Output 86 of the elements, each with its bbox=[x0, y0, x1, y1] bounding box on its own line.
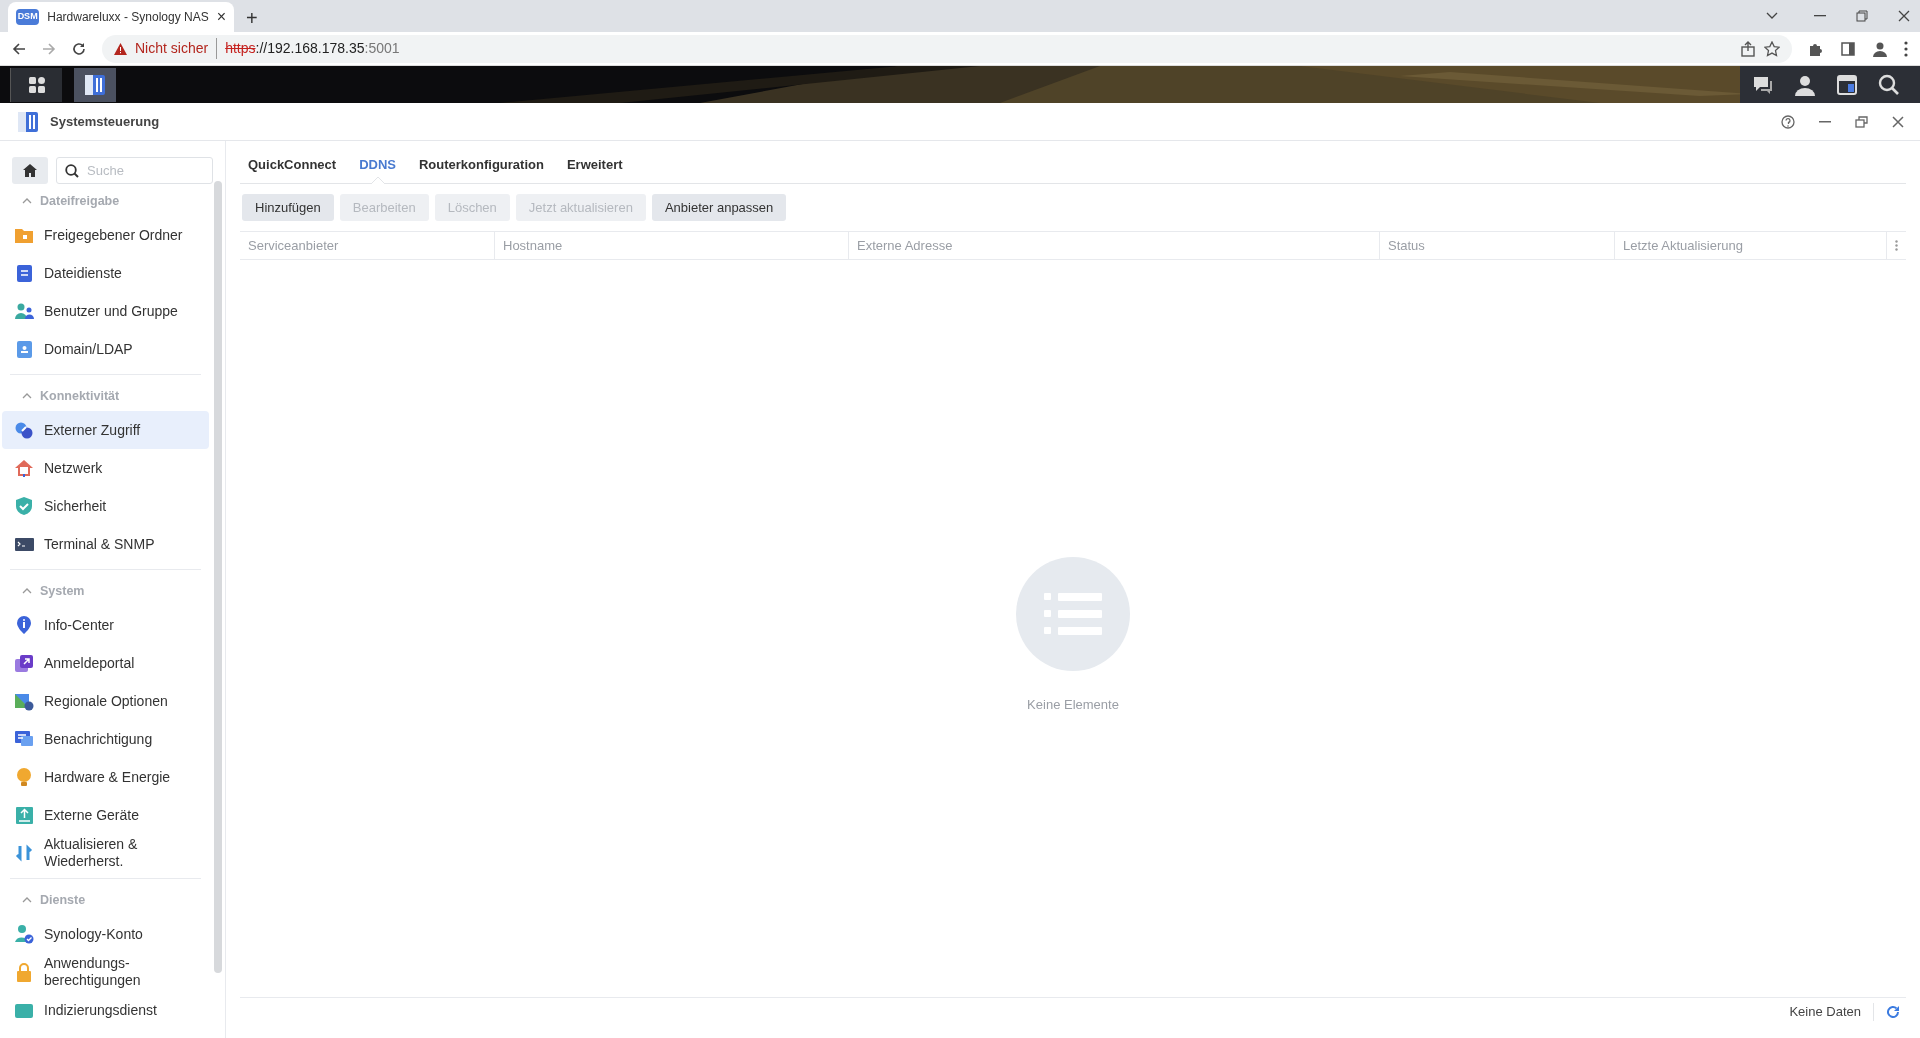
sidebar-item[interactable]: Domain/LDAP bbox=[2, 330, 209, 368]
close-icon[interactable] bbox=[1898, 10, 1910, 22]
sidebar-item[interactable]: Indizierungsdienst bbox=[2, 991, 209, 1029]
item-icon bbox=[14, 691, 34, 711]
tab[interactable]: Erweitert bbox=[566, 147, 623, 183]
search-icon[interactable] bbox=[1878, 73, 1900, 96]
item-icon bbox=[14, 924, 34, 944]
sidebar-item[interactable]: Dateidienste bbox=[2, 254, 209, 292]
sidebar-item[interactable]: Externe Geräte bbox=[2, 796, 209, 834]
empty-list-icon bbox=[1016, 557, 1130, 671]
sidebar-item[interactable]: Netzwerk bbox=[2, 449, 209, 487]
new-tab-button[interactable]: + bbox=[246, 8, 258, 28]
item-icon bbox=[14, 458, 34, 478]
collapse-icon bbox=[22, 897, 32, 903]
refresh-icon[interactable] bbox=[1886, 1005, 1900, 1019]
home-icon bbox=[23, 164, 37, 177]
back-icon[interactable] bbox=[12, 41, 26, 56]
sidebar-item[interactable]: Externer Zugriff bbox=[2, 411, 209, 449]
help-icon[interactable] bbox=[1781, 114, 1795, 129]
warning-icon bbox=[114, 42, 127, 55]
item-icon bbox=[14, 653, 34, 673]
home-button[interactable] bbox=[12, 157, 48, 184]
security-warning: Nicht sicher bbox=[135, 39, 209, 58]
toolbar-button[interactable]: Hinzufügen bbox=[242, 194, 334, 221]
sidebar-item[interactable]: Anwendungs-berechtigungen bbox=[2, 953, 209, 991]
sidebar-item[interactable]: Aktualisieren & Wiederherst. bbox=[2, 834, 209, 872]
favicon-icon: DSM bbox=[16, 9, 40, 25]
column-menu-icon[interactable] bbox=[1895, 240, 1898, 251]
sidebar-item[interactable]: Freigegebener Ordner bbox=[2, 216, 209, 254]
chat-icon[interactable] bbox=[1752, 74, 1774, 95]
url-text: https://192.168.178.35:5001 bbox=[216, 38, 400, 59]
sidebar-item[interactable]: Anmeldeportal bbox=[2, 644, 209, 682]
menu-icon[interactable] bbox=[1904, 40, 1908, 57]
tab[interactable]: QuickConnect bbox=[248, 147, 337, 183]
item-icon bbox=[14, 420, 34, 440]
collapse-icon bbox=[22, 588, 32, 594]
sidebar-item[interactable]: Benutzer und Gruppe bbox=[2, 292, 209, 330]
item-icon bbox=[14, 805, 34, 825]
sidebar-item[interactable]: Regionale Optionen bbox=[2, 682, 209, 720]
item-icon bbox=[14, 339, 34, 359]
user-icon[interactable] bbox=[1794, 73, 1816, 96]
window-title: Systemsteuerung bbox=[50, 112, 160, 131]
item-icon bbox=[14, 496, 34, 516]
control-panel-icon bbox=[83, 72, 107, 97]
sidebar-item[interactable]: Terminal & SNMP bbox=[2, 525, 209, 563]
search-icon bbox=[65, 164, 79, 178]
empty-message: Keine Elemente bbox=[1027, 696, 1119, 714]
profile-icon[interactable] bbox=[1872, 40, 1888, 57]
address-field[interactable]: Nicht sicher https://192.168.178.35:5001 bbox=[102, 34, 1792, 63]
item-icon bbox=[14, 729, 34, 749]
search-field[interactable]: Suche bbox=[56, 157, 213, 184]
restore-icon[interactable] bbox=[1855, 115, 1868, 128]
taskbar-app-button[interactable] bbox=[74, 67, 116, 102]
scrollbar[interactable] bbox=[214, 181, 222, 973]
collapse-icon bbox=[22, 393, 32, 399]
minimize-icon[interactable] bbox=[1819, 120, 1831, 123]
control-panel-icon bbox=[16, 109, 40, 134]
close-tab-button[interactable]: × bbox=[216, 9, 226, 25]
status-text: Keine Daten bbox=[1789, 1003, 1861, 1022]
tab-title: Hardwareluxx - Synology NAS bbox=[47, 9, 209, 26]
sidebar-item[interactable]: Benachrichtigung bbox=[2, 720, 209, 758]
toolbar-button[interactable]: Anbieter anpassen bbox=[651, 194, 787, 221]
item-icon bbox=[14, 263, 34, 283]
browser-tab[interactable]: DSM Hardwareluxx - Synology NAS × bbox=[8, 2, 234, 32]
collapse-icon bbox=[22, 198, 32, 204]
grid-icon bbox=[27, 75, 46, 94]
close-icon[interactable] bbox=[1892, 115, 1904, 128]
tab[interactable]: DDNS bbox=[359, 147, 396, 183]
sidebar-item[interactable]: Sicherheit bbox=[2, 487, 209, 525]
star-icon[interactable] bbox=[1764, 40, 1780, 57]
sidebar-item[interactable]: Synology-Konto bbox=[2, 915, 209, 953]
main-menu-button[interactable] bbox=[10, 67, 62, 102]
minimize-icon[interactable] bbox=[1814, 15, 1826, 17]
restore-icon[interactable] bbox=[1856, 10, 1868, 22]
item-icon bbox=[14, 767, 34, 787]
tab[interactable]: Routerkonfiguration bbox=[418, 147, 544, 183]
item-icon bbox=[14, 843, 34, 863]
share-icon[interactable] bbox=[1740, 40, 1756, 57]
reload-icon[interactable] bbox=[72, 41, 86, 56]
side-panel-icon[interactable] bbox=[1840, 40, 1856, 57]
widgets-icon[interactable] bbox=[1836, 73, 1858, 96]
item-icon bbox=[14, 615, 34, 635]
item-icon bbox=[14, 962, 34, 982]
sidebar-item[interactable]: Hardware & Energie bbox=[2, 758, 209, 796]
sidebar-item[interactable]: Info-Center bbox=[2, 606, 209, 644]
item-icon bbox=[14, 301, 34, 321]
